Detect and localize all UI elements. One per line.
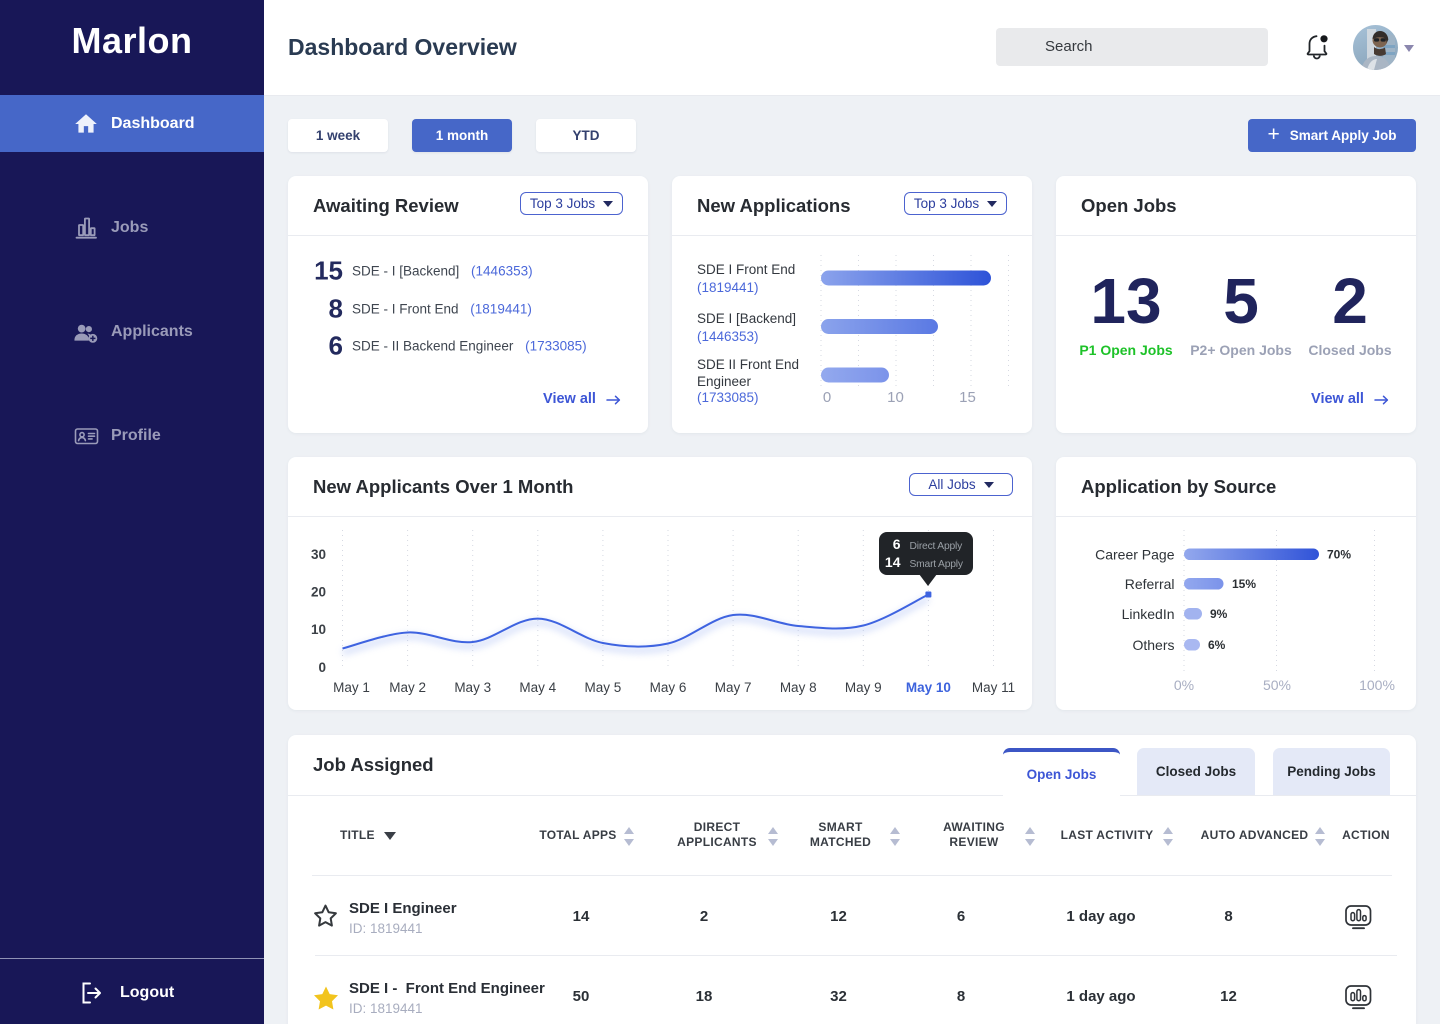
svg-text:May 5: May 5	[585, 680, 622, 695]
svg-text:May 8: May 8	[780, 680, 817, 695]
svg-text:0: 0	[823, 389, 831, 406]
svg-text:May 7: May 7	[715, 680, 752, 695]
svg-text:May 4: May 4	[519, 680, 556, 695]
svg-text:May 2: May 2	[389, 680, 426, 695]
svg-text:May 9: May 9	[845, 680, 882, 695]
svg-text:LinkedIn: LinkedIn	[1122, 606, 1175, 622]
svg-text:May 11: May 11	[972, 680, 1015, 695]
svg-text:0: 0	[318, 660, 326, 675]
svg-text:50%: 50%	[1263, 677, 1291, 693]
svg-text:20: 20	[311, 585, 326, 600]
svg-text:30: 30	[311, 547, 326, 562]
svg-text:May 6: May 6	[650, 680, 687, 695]
svg-text:Referral: Referral	[1125, 576, 1175, 592]
svg-text:10: 10	[311, 622, 326, 637]
svg-text:6%: 6%	[1208, 638, 1226, 652]
svg-text:15%: 15%	[1232, 577, 1256, 591]
svg-text:100%: 100%	[1359, 677, 1395, 693]
svg-text:May 1: May 1	[333, 680, 370, 695]
svg-text:0%: 0%	[1174, 677, 1194, 693]
svg-text:Career Page: Career Page	[1095, 547, 1175, 563]
svg-text:Others: Others	[1132, 637, 1174, 653]
svg-text:May 3: May 3	[454, 680, 491, 695]
svg-text:10: 10	[887, 389, 904, 406]
svg-text:70%: 70%	[1327, 548, 1351, 562]
svg-text:15: 15	[959, 389, 976, 406]
svg-text:May 10: May 10	[906, 680, 951, 695]
svg-text:9%: 9%	[1210, 607, 1228, 621]
